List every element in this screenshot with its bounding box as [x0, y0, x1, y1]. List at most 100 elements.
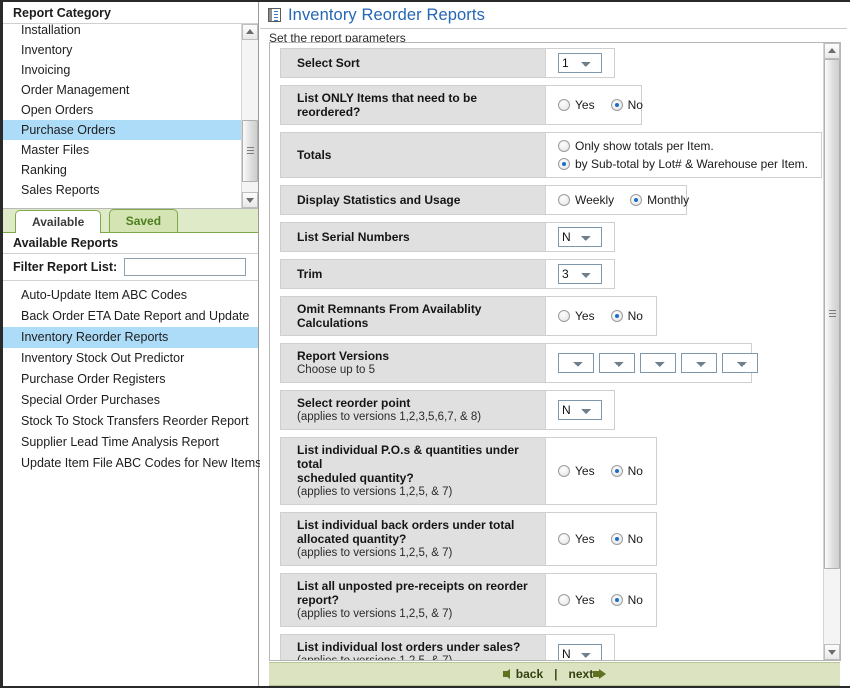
list-serial-numbers-dropdown[interactable]: N [558, 227, 602, 247]
radio-group-omit-remnants: Yes No [558, 308, 659, 324]
radio-list-pos-yes[interactable]: Yes [558, 463, 595, 479]
report-item-special-order-purchases[interactable]: Special Order Purchases [3, 390, 258, 411]
sidebar-tabs: Available Saved [3, 209, 258, 233]
scroll-down-arrow-icon[interactable] [824, 644, 840, 660]
arrow-right-icon [599, 669, 606, 679]
radio-icon [558, 158, 570, 170]
report-item-inventory-reorder-reports[interactable]: Inventory Reorder Reports [3, 327, 258, 348]
radio-icon [558, 465, 570, 477]
param-row-omit-remnants: Omit Remnants From Availablity Calculati… [280, 296, 657, 336]
category-item-sales-reports[interactable]: Sales Reports [3, 180, 241, 200]
tab-available[interactable]: Available [15, 210, 101, 233]
param-control-omit-remnants: Yes No [546, 297, 656, 335]
radio-list-only-reorder-yes[interactable]: Yes [558, 97, 595, 113]
radio-totals-subtotal-lot-warehouse[interactable]: by Sub-total by Lot# & Warehouse per Ite… [558, 156, 808, 172]
param-control-list-serial-numbers: N [546, 223, 614, 251]
param-label-omit-remnants: Omit Remnants From Availablity Calculati… [281, 297, 546, 335]
radio-group-display-statistics: Weekly Monthly [558, 192, 705, 208]
radio-group-list-only-reorder: Yes No [558, 97, 659, 113]
report-item-inventory-stock-out-predictor[interactable]: Inventory Stock Out Predictor [3, 348, 258, 369]
param-row-list-lost-orders: List individual lost orders under sales?… [280, 634, 615, 660]
param-label-list-backorders: List individual back orders under total … [281, 513, 546, 565]
category-item-open-orders[interactable]: Open Orders [3, 100, 241, 120]
param-control-reorder-point: N [546, 391, 614, 429]
radio-icon [558, 533, 570, 545]
radio-totals-per-item[interactable]: Only show totals per Item. [558, 138, 714, 154]
param-control-list-prereceipts: Yes No [546, 574, 656, 626]
radio-icon [611, 465, 623, 477]
param-row-totals: Totals Only show totals per Item. by Sub… [280, 132, 822, 178]
list-lost-orders-dropdown[interactable]: N [558, 644, 602, 660]
scroll-up-arrow-icon[interactable] [824, 43, 840, 59]
report-item-back-order-eta-date-report-and-update[interactable]: Back Order ETA Date Report and Update [3, 306, 258, 327]
filter-report-input[interactable] [124, 258, 246, 276]
radio-list-backorders-no[interactable]: No [611, 531, 643, 547]
report-category-list-container: InstallationInventoryInvoicingOrder Mana… [3, 24, 258, 209]
category-scrollbar[interactable] [241, 24, 258, 208]
param-control-display-statistics: Weekly Monthly [546, 186, 686, 214]
category-item-invoicing[interactable]: Invoicing [3, 60, 241, 80]
report-category-list[interactable]: InstallationInventoryInvoicingOrder Mana… [3, 24, 241, 200]
scroll-up-arrow-icon[interactable] [242, 24, 258, 40]
radio-list-only-reorder-no[interactable]: No [611, 97, 643, 113]
report-item-purchase-order-registers[interactable]: Purchase Order Registers [3, 369, 258, 390]
param-row-select-sort: Select Sort 1 [280, 48, 615, 78]
report-version-dropdown-4[interactable] [681, 353, 717, 373]
radio-icon [611, 594, 623, 606]
scroll-down-arrow-icon[interactable] [242, 192, 258, 208]
category-item-order-management[interactable]: Order Management [3, 80, 241, 100]
trim-dropdown[interactable]: 3 [558, 264, 602, 284]
scroll-grip-icon [829, 310, 836, 318]
nav-separator: | [554, 667, 557, 681]
report-item-update-item-file-abc-codes-for-new-items[interactable]: Update Item File ABC Codes for New Items [3, 453, 258, 474]
radio-display-weekly[interactable]: Weekly [558, 192, 614, 208]
radio-omit-remnants-yes[interactable]: Yes [558, 308, 595, 324]
page-title: Inventory Reorder Reports [288, 6, 485, 25]
param-label-report-versions: Report Versions Choose up to 5 [281, 344, 546, 382]
category-item-inventory[interactable]: Inventory [3, 40, 241, 60]
reorder-point-dropdown[interactable]: N [558, 400, 602, 420]
tab-saved[interactable]: Saved [109, 209, 178, 232]
radio-display-monthly[interactable]: Monthly [630, 192, 689, 208]
category-item-master-files[interactable]: Master Files [3, 140, 241, 160]
radio-icon [630, 194, 642, 206]
next-button[interactable]: next [569, 667, 607, 681]
available-reports-list[interactable]: Auto-Update Item ABC CodesBack Order ETA… [3, 281, 258, 681]
parameters-scrollbar[interactable] [823, 43, 840, 660]
category-item-purchase-orders[interactable]: Purchase Orders [3, 120, 241, 140]
param-row-list-pos: List individual P.O.s & quantities under… [280, 437, 657, 505]
category-scroll-thumb[interactable] [242, 120, 258, 182]
radio-list-backorders-yes[interactable]: Yes [558, 531, 595, 547]
param-control-totals: Only show totals per Item. by Sub-total … [546, 133, 821, 177]
application-window: Report Category InstallationInventoryInv… [0, 0, 850, 688]
radio-icon [558, 140, 570, 152]
report-version-dropdown-2[interactable] [599, 353, 635, 373]
report-item-auto-update-item-abc-codes[interactable]: Auto-Update Item ABC Codes [3, 285, 258, 306]
category-scroll-track[interactable] [242, 40, 258, 192]
radio-group-list-prereceipts: Yes No [558, 592, 659, 608]
category-item-installation[interactable]: Installation [3, 24, 241, 40]
report-item-supplier-lead-time-analysis-report[interactable]: Supplier Lead Time Analysis Report [3, 432, 258, 453]
radio-icon [558, 594, 570, 606]
param-control-list-pos: Yes No [546, 438, 656, 504]
category-item-ranking[interactable]: Ranking [3, 160, 241, 180]
param-row-reorder-point: Select reorder point (applies to version… [280, 390, 615, 430]
report-item-stock-to-stock-transfers-reorder-report[interactable]: Stock To Stock Transfers Reorder Report [3, 411, 258, 432]
report-version-dropdown-3[interactable] [640, 353, 676, 373]
back-button[interactable]: back [503, 667, 543, 681]
radio-list-prereceipts-no[interactable]: No [611, 592, 643, 608]
parameters-scroll-area: Select Sort 1 List ONLY Items that need … [270, 43, 823, 660]
page-title-bar: Inventory Reorder Reports [260, 2, 849, 29]
radio-omit-remnants-no[interactable]: No [611, 308, 643, 324]
parameters-scroll-track[interactable] [824, 59, 840, 644]
radio-icon [558, 194, 570, 206]
main-panel: Inventory Reorder Reports Set the report… [260, 2, 850, 688]
report-version-dropdown-1[interactable] [558, 353, 594, 373]
parameters-scroll-thumb[interactable] [824, 59, 840, 569]
select-sort-dropdown[interactable]: 1 [558, 53, 602, 73]
param-control-trim: 3 [546, 260, 614, 288]
radio-list-pos-no[interactable]: No [611, 463, 643, 479]
report-version-dropdown-5[interactable] [722, 353, 758, 373]
radio-list-prereceipts-yes[interactable]: Yes [558, 592, 595, 608]
param-label-totals: Totals [281, 133, 546, 177]
